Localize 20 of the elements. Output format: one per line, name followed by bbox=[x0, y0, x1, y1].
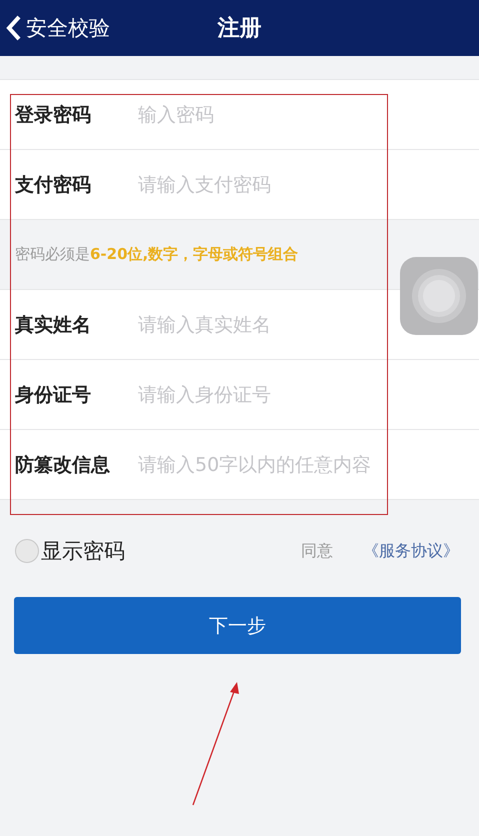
agree-text: 同意 bbox=[301, 540, 333, 562]
input-field[interactable]: 请输入50字以内的任意内容 bbox=[138, 454, 398, 476]
field-label: 身份证号 bbox=[15, 382, 92, 408]
input-field[interactable]: 请输入支付密码 bbox=[138, 174, 398, 196]
field-label: 支付密码 bbox=[15, 172, 92, 198]
next-button[interactable]: 下一步 bbox=[14, 597, 461, 654]
back-button[interactable]: 安全校验 bbox=[0, 0, 110, 56]
input-field[interactable]: 请输入真实姓名 bbox=[138, 314, 398, 336]
page-title: 注册 bbox=[218, 15, 262, 43]
show-password-label: 显示密码 bbox=[41, 538, 125, 565]
radio-button[interactable] bbox=[15, 539, 39, 563]
field-label: 登录密码 bbox=[15, 102, 92, 128]
input-field[interactable]: 请输入身份证号 bbox=[138, 384, 398, 406]
agreement-link[interactable]: 《服务协议》 bbox=[363, 540, 459, 562]
field-label: 防篡改信息 bbox=[15, 452, 111, 478]
back-icon bbox=[6, 15, 22, 41]
input-field[interactable]: 输入密码 bbox=[138, 104, 398, 126]
field-label: 真实姓名 bbox=[15, 312, 92, 338]
circle-icon bbox=[411, 268, 467, 324]
assistive-touch-button[interactable] bbox=[400, 257, 478, 335]
